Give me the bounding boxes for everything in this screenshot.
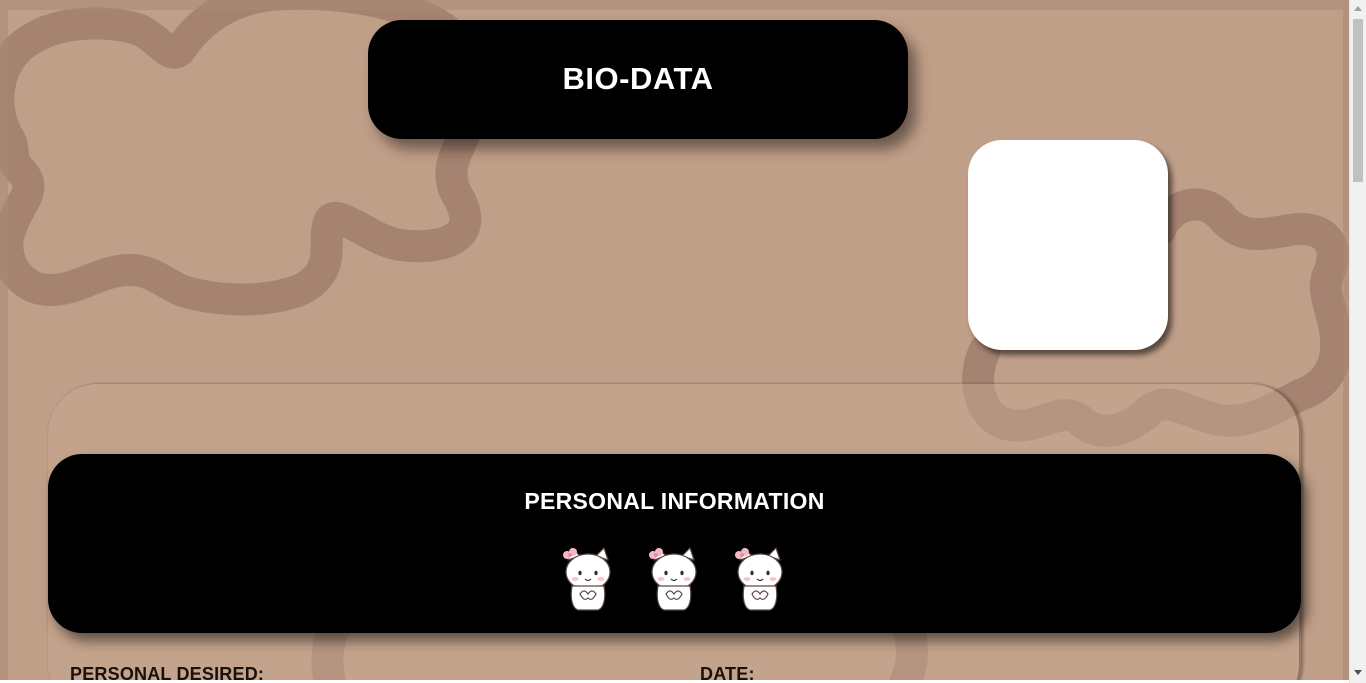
scrollbar-thumb[interactable] — [1353, 19, 1363, 182]
cat-sticker-icon — [649, 547, 697, 611]
section-title: PERSONAL INFORMATION — [524, 488, 825, 514]
cat-sticker-icon — [563, 547, 611, 611]
section-header: PERSONAL INFORMATION — [48, 454, 1301, 633]
page-title: BIO-DATA — [562, 60, 714, 96]
bio-data-page: BIO-DATA PERSONAL INFORMATION PERSONAL D… — [0, 0, 1349, 683]
scroll-down-arrow-icon[interactable] — [1350, 664, 1366, 681]
vertical-scrollbar[interactable] — [1349, 0, 1366, 683]
scroll-up-arrow-icon[interactable] — [1350, 0, 1366, 17]
header-card: BIO-DATA — [368, 20, 908, 139]
browser-viewport: BIO-DATA PERSONAL INFORMATION PERSONAL D… — [0, 0, 1366, 683]
cat-sticker-icon — [735, 547, 783, 611]
photo-placeholder[interactable] — [968, 140, 1168, 350]
cat-sticker-row — [560, 546, 800, 616]
